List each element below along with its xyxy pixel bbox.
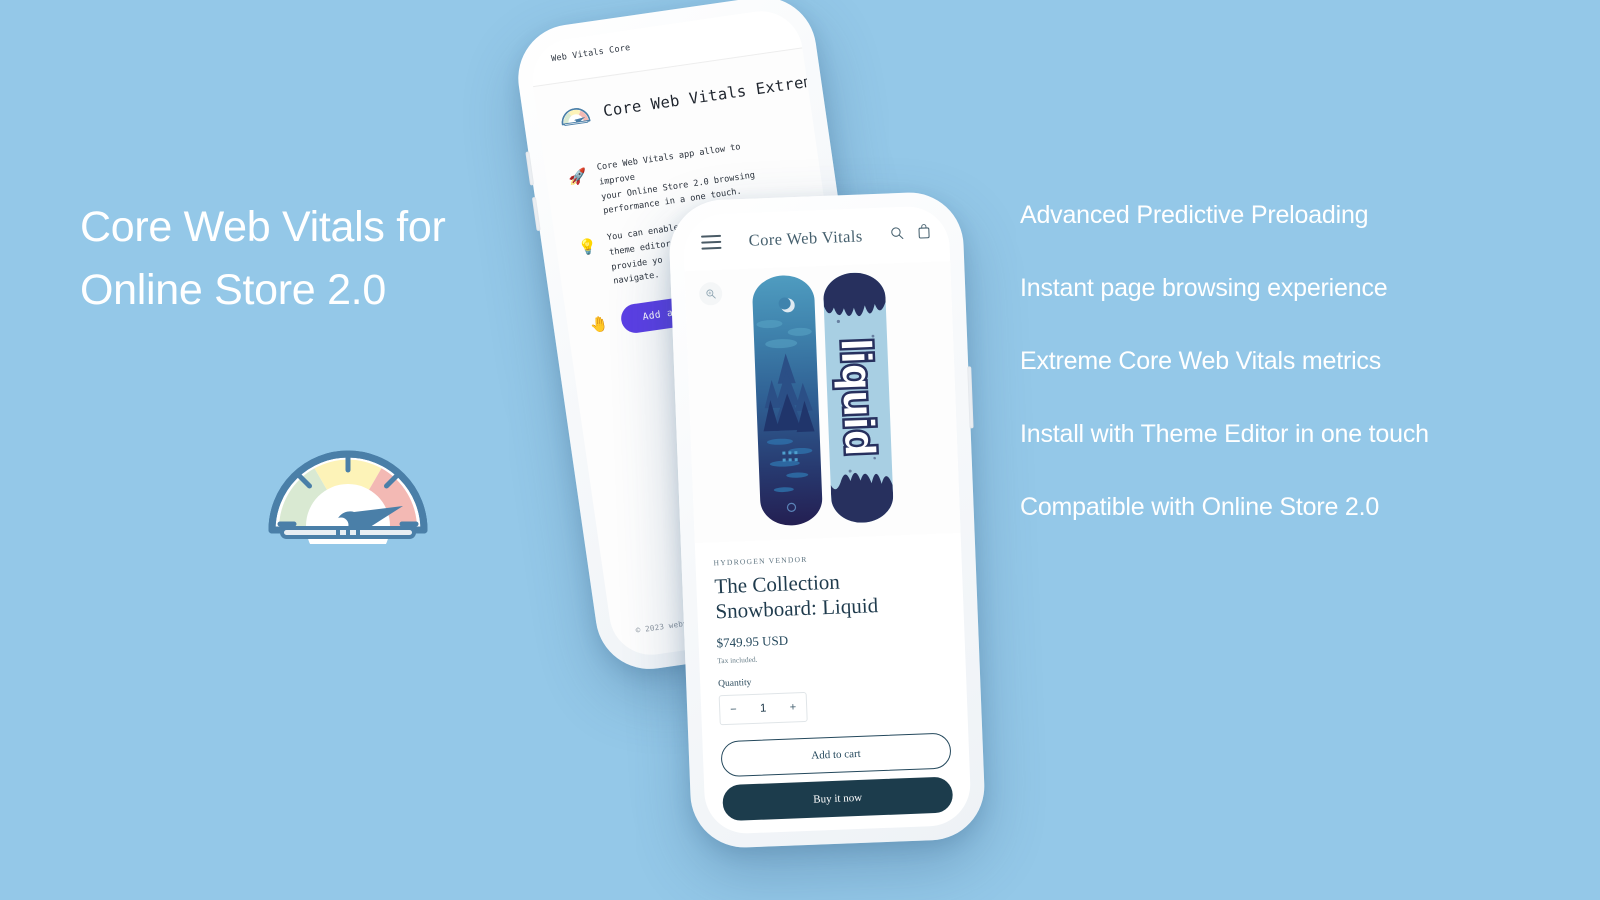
power-button[interactable] bbox=[967, 366, 974, 429]
header-icons bbox=[890, 224, 932, 246]
svg-text:liquid: liquid bbox=[832, 338, 883, 458]
store-name: Core Web Vitals bbox=[748, 226, 863, 250]
product-vendor: HYDROGEN VENDOR bbox=[713, 554, 808, 568]
tax-note: Tax included. bbox=[717, 654, 758, 665]
product-image-back[interactable]: liquid bbox=[822, 271, 894, 524]
front-phone-mockup: Core Web Vitals liquid HYDROGEN VENDOR T… bbox=[667, 190, 987, 850]
lightbulb-emoji: 💡 bbox=[577, 237, 599, 258]
app-title: Core Web Vitals Extreme bbox=[602, 70, 824, 121]
speedometer-gauge-icon bbox=[262, 408, 434, 568]
search-icon[interactable] bbox=[890, 225, 905, 245]
page-title-line-2: Online Store 2.0 bbox=[80, 265, 386, 314]
product-image-front[interactable] bbox=[751, 274, 823, 527]
quantity-value[interactable]: 1 bbox=[760, 702, 767, 714]
feature-list: Advanced Predictive Preloading Instant p… bbox=[1020, 200, 1540, 565]
phone-body: Core Web Vitals liquid HYDROGEN VENDOR T… bbox=[667, 190, 987, 850]
volume-up-button[interactable] bbox=[525, 151, 535, 186]
page-title-line-1: Core Web Vitals for bbox=[80, 203, 446, 251]
product-title: The Collection Snowboard: Liquid bbox=[714, 569, 879, 624]
feature-item: Advanced Predictive Preloading bbox=[1020, 201, 1369, 229]
product-details: HYDROGEN VENDOR The Collection Snowboard… bbox=[695, 533, 972, 835]
speedometer-gauge-icon bbox=[558, 98, 593, 132]
store-header: Core Web Vitals bbox=[682, 205, 951, 272]
app-topbar-title: Web Vitals Core bbox=[550, 42, 632, 65]
feature-item: Install with Theme Editor in one touch bbox=[1020, 420, 1429, 448]
product-price: $749.95 USD bbox=[716, 632, 789, 650]
phone-screen: Core Web Vitals liquid HYDROGEN VENDOR T… bbox=[682, 205, 972, 835]
feature-item: Compatible with Online Store 2.0 bbox=[1020, 493, 1380, 521]
page-title: Core Web Vitals for Online Store 2.0 bbox=[80, 196, 600, 322]
raised-hand-emoji: 🤚 bbox=[588, 314, 610, 334]
feature-item: Extreme Core Web Vitals metrics bbox=[1020, 347, 1382, 375]
hero-banner: Core Web Vitals for Online Store 2.0 Adv… bbox=[0, 0, 1600, 900]
buy-it-now-button[interactable]: Buy it now bbox=[722, 775, 954, 821]
quantity-label: Quantity bbox=[718, 677, 752, 689]
shopping-bag-icon[interactable] bbox=[917, 224, 932, 245]
product-gallery: liquid bbox=[684, 261, 961, 544]
add-to-cart-button[interactable]: Add to cart bbox=[720, 731, 952, 777]
hamburger-menu-icon[interactable] bbox=[700, 234, 722, 250]
quantity-stepper[interactable]: − 1 + bbox=[718, 691, 808, 725]
rocket-emoji: 🚀 bbox=[567, 167, 589, 187]
quantity-increment-button[interactable]: + bbox=[789, 701, 796, 713]
feature-item: Instant page browsing experience bbox=[1020, 274, 1388, 302]
product-images: liquid bbox=[685, 269, 961, 543]
quantity-decrement-button[interactable]: − bbox=[730, 703, 737, 715]
